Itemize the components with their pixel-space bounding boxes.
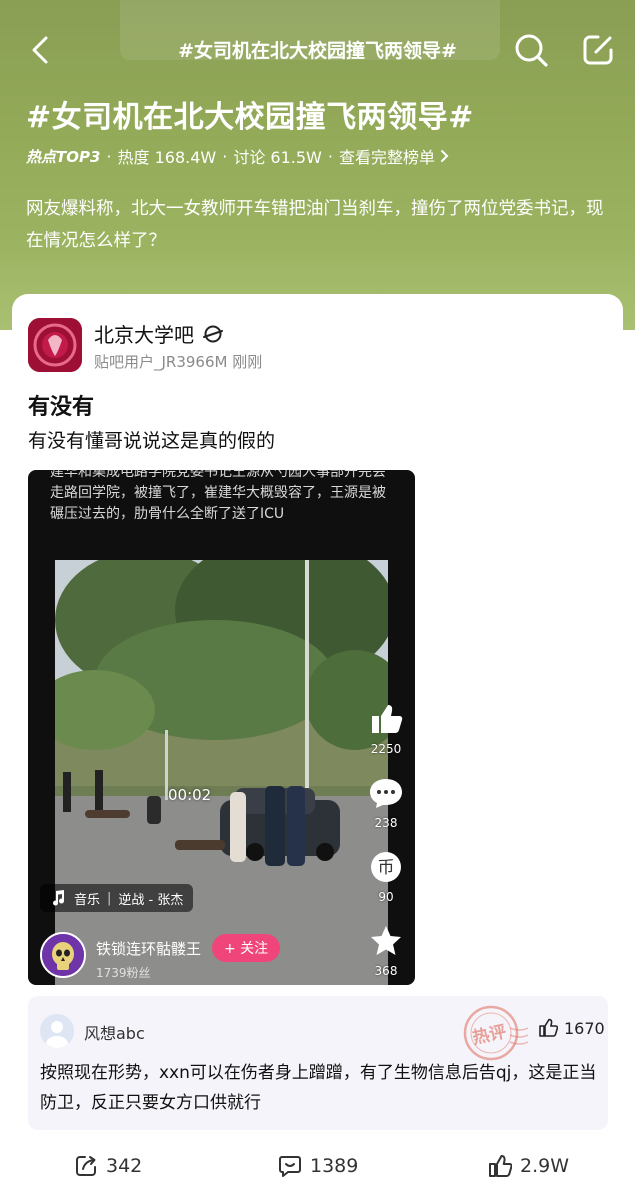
video-favorite-button[interactable]: 368: [364, 924, 408, 978]
video-frame: [55, 560, 388, 985]
hot-comment-stamp: 热评: [452, 1000, 530, 1066]
like-button[interactable]: 2.9W: [488, 1154, 569, 1178]
video-comment-count: 238: [374, 816, 398, 830]
comment-count: 1389: [310, 1155, 359, 1177]
video-author-fans: 1739粉丝: [96, 966, 151, 980]
comment-bubble-icon: [370, 779, 402, 808]
music-note-icon: [53, 890, 65, 906]
user-avatar-icon: [40, 1014, 74, 1048]
back-arrow-icon: [32, 36, 48, 64]
edit-post-button[interactable]: [576, 28, 620, 72]
chevron-right-icon: [440, 150, 449, 162]
stamp-text: 热评: [471, 1021, 509, 1049]
topic-stats: 热点TOP3 · 热度 168.4W · 讨论 61.5W · 查看完整榜单: [26, 145, 451, 167]
post-author-line: 贴吧用户_JR3966M 刚刚: [94, 353, 263, 371]
star-icon: [371, 926, 401, 955]
like-count: 2.9W: [520, 1155, 570, 1177]
video-like-button[interactable]: 2250: [364, 702, 408, 756]
video-favorite-count: 368: [374, 964, 398, 978]
video-author-avatar[interactable]: [40, 932, 86, 978]
commenter-name[interactable]: 风想abc: [84, 1020, 145, 1044]
skull-avatar-icon: [42, 934, 84, 976]
music-label: 音乐: [74, 892, 101, 908]
share-button[interactable]: 342: [74, 1154, 142, 1178]
comments-button[interactable]: 1389: [278, 1154, 358, 1178]
video-player[interactable]: 建华和集成电路学院党委书记王源从勺园人事部开完会走路回学院，被撞飞了，崔建华大概…: [28, 470, 415, 985]
separator-dot: ·: [106, 146, 112, 166]
hot-comment-stamp-icon: 热评: [463, 1005, 529, 1061]
discussion-count: 讨论 61.5W: [233, 148, 322, 167]
coin-icon: 币: [371, 852, 401, 882]
thumbs-up-outline-icon: [539, 1018, 558, 1037]
post-action-bar: 342 1389 2.9W: [12, 1146, 623, 1186]
video-timecode: 00:02: [168, 786, 212, 804]
forum-logo-icon: [28, 318, 82, 372]
search-icon: [515, 34, 548, 67]
separator-dot: ·: [222, 146, 228, 166]
topbar-title: #女司机在北大校园撞飞两领导#: [178, 40, 457, 62]
music-separator: |: [107, 890, 112, 906]
video-comment-button[interactable]: 238: [364, 776, 408, 830]
rank-badge: 热点TOP3: [26, 147, 101, 166]
back-button[interactable]: [22, 28, 62, 72]
video-coin-button[interactable]: 币 90: [364, 850, 408, 904]
video-like-count: 2250: [370, 742, 402, 756]
post-title: 有没有: [28, 395, 95, 420]
thumbs-up-outline-icon: [489, 1155, 512, 1177]
top-bar: #女司机在北大校园撞飞两领导#: [0, 24, 635, 74]
post-body: 有没有懂哥说说这是真的假的: [28, 430, 276, 452]
music-track: 逆战 - 张杰: [118, 892, 184, 908]
forum-name-text: 北京大学吧: [94, 323, 194, 347]
topic-title: #女司机在北大校园撞飞两领导#: [26, 100, 474, 135]
comment-icon: [279, 1156, 301, 1177]
comment-text: 按照现在形势，xxn可以在伤者身上蹭蹭，有了生物信息后告qj，这是正当防卫，反正…: [40, 1063, 597, 1113]
commenter-avatar[interactable]: [40, 1014, 74, 1048]
forum-name[interactable]: 北京大学吧: [94, 319, 224, 348]
share-count: 342: [106, 1155, 143, 1177]
video-scene-image: [55, 560, 388, 985]
video-overlay-text: 建华和集成电路学院党委书记王源从勺园人事部开完会走路回学院，被撞飞了，崔建华大概…: [50, 470, 386, 522]
share-icon: [76, 1156, 96, 1176]
planet-icon: [203, 325, 223, 342]
heat-value: 热度 168.4W: [117, 148, 217, 167]
video-author-name[interactable]: 铁锁连环骷髅王: [96, 938, 201, 959]
thumbs-up-icon: [372, 705, 403, 733]
edit-icon: [583, 35, 613, 65]
separator-dot: ·: [327, 146, 333, 166]
full-list-link[interactable]: 查看完整榜单: [339, 144, 435, 168]
forum-avatar[interactable]: [28, 318, 82, 372]
hot-comment[interactable]: 风想abc 热评 1670 按照现在形势，xxn可以在伤者身上蹭蹭，有了生物信息…: [28, 996, 608, 1130]
search-button[interactable]: [510, 28, 554, 72]
topic-description: 网友爆料称，北大一女教师开车错把油门当刹车，撞伤了两位党委书记，现在情况怎么样了…: [26, 199, 604, 251]
follow-button[interactable]: + 关注: [212, 934, 281, 962]
video-coin-count: 90: [378, 890, 394, 904]
post-card: 北京大学吧 贴吧用户_JR3966M 刚刚 有没有 有没有懂哥说说这是真的假的 …: [12, 294, 623, 1200]
comment-like-button[interactable]: 1670: [538, 1018, 605, 1038]
hero-banner: #女司机在北大校园撞飞两领导# #女司机在北大校园撞飞两领导# 热点TOP3 ·…: [0, 0, 635, 330]
comment-like-count: 1670: [564, 1018, 605, 1038]
svg-text:币: 币: [378, 858, 395, 878]
music-pill[interactable]: 音乐 | 逆战 - 张杰: [40, 884, 194, 912]
